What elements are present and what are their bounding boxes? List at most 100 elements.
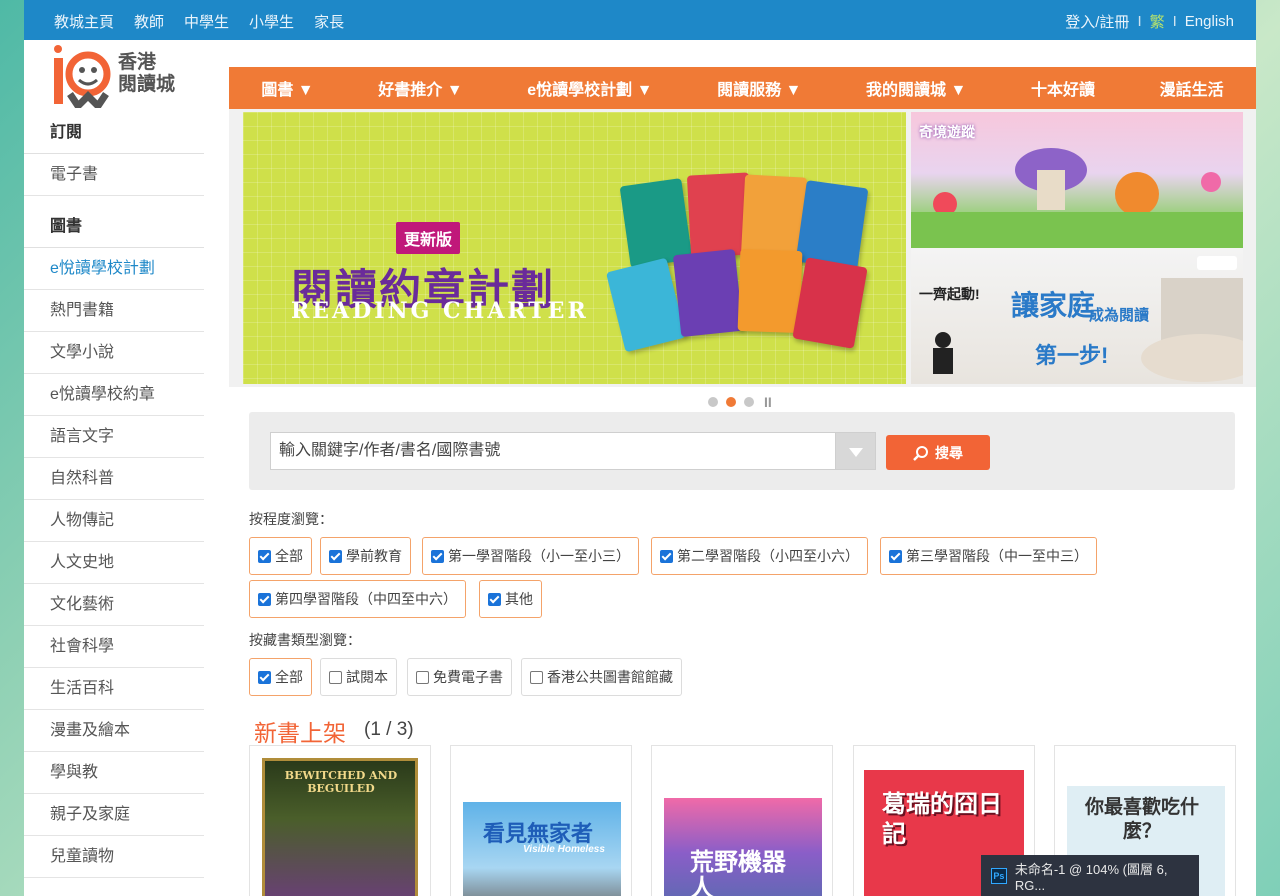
search-icon	[913, 445, 928, 461]
lang-english[interactable]: English	[1185, 13, 1234, 30]
checkbox-checked[interactable]	[329, 549, 342, 563]
type-chip-trial[interactable]: 試閱本	[320, 658, 397, 696]
sidebar-item-language[interactable]: 語言文字	[24, 416, 204, 458]
taskbar-preview-text: 未命名-1 @ 104% (圖層 6, RG...	[1014, 861, 1168, 893]
top-nav: 教城主頁 教師 中學生 小學生 家長	[54, 11, 344, 32]
sidebar-item-school-plan[interactable]: e悅讀學校計劃	[24, 248, 204, 290]
level-chip-ks3[interactable]: 第三學習階段（中一至中三）	[880, 537, 1097, 575]
nav-school-plan[interactable]: e悅讀學校計劃 ▼	[527, 76, 652, 100]
new-books-count: (1 / 3)	[364, 719, 414, 740]
sidebar-heading-subscribe: 訂閱	[24, 112, 204, 154]
side-banner-family[interactable]: 一齊起動! 讓家庭 成為閱讀 第一步!	[911, 248, 1243, 384]
level-chip-ks1[interactable]: 第一學習階段（小一至小三）	[422, 537, 639, 575]
photoshop-icon: Ps	[991, 867, 1007, 884]
logo-icon	[54, 45, 111, 108]
nav-ten-books[interactable]: 十本好讀	[1031, 76, 1095, 100]
logo-text: 香港 閱讀城	[118, 52, 175, 96]
sidebar-item-family[interactable]: 親子及家庭	[24, 794, 204, 836]
book-cover-title: BEWITCHED AND BEGUILED	[284, 769, 398, 795]
type-chip-public-library[interactable]: 香港公共圖書館館藏	[521, 658, 682, 696]
sidebar-item-life[interactable]: 生活百科	[24, 668, 204, 710]
book-cover-title: 荒野機器人	[690, 849, 786, 896]
main-nav: 圖書 ▼ 好書推介 ▼ e悅讀學校計劃 ▼ 閱讀服務 ▼ 我的閱讀城 ▼ 十本好…	[229, 67, 1256, 109]
top-link-parent[interactable]: 家長	[314, 11, 344, 32]
booklet-image	[792, 257, 868, 349]
sidebar-item-science[interactable]: 自然科普	[24, 458, 204, 500]
chip-label: 免費電子書	[433, 669, 503, 685]
lang-traditional[interactable]: 繁	[1150, 11, 1165, 32]
pause-icon[interactable]: II	[764, 394, 772, 410]
side-banner-wonderland[interactable]: 奇境遊蹤	[911, 112, 1243, 248]
nav-services[interactable]: 閱讀服務 ▼	[717, 76, 801, 100]
chip-label: 第三學習階段（中一至中三）	[906, 548, 1088, 564]
carousel-dot[interactable]	[744, 397, 754, 407]
top-link-primary[interactable]: 小學生	[249, 11, 294, 32]
type-chip-all[interactable]: 全部	[249, 658, 312, 696]
checkbox-checked[interactable]	[431, 549, 444, 563]
booklet-image	[737, 248, 803, 334]
checkbox-checked[interactable]	[258, 670, 271, 684]
sidebar-item-teaching[interactable]: 學與教	[24, 752, 204, 794]
nav-recommend[interactable]: 好書推介 ▼	[378, 76, 462, 100]
checkbox-checked[interactable]	[488, 592, 501, 606]
nav-my-city[interactable]: 我的閱讀城 ▼	[866, 76, 966, 100]
sidebar-item-children[interactable]: 兒童讀物	[24, 836, 204, 878]
nav-books[interactable]: 圖書 ▼	[261, 76, 313, 100]
side-banner2-big: 讓家庭	[1011, 290, 1096, 321]
side-banner2-start: 一齊起動!	[919, 286, 980, 302]
top-link-secondary[interactable]: 中學生	[184, 11, 229, 32]
carousel-dot[interactable]	[708, 397, 718, 407]
sidebar-item-ebook[interactable]: 電子書	[24, 154, 204, 196]
checkbox-unchecked[interactable]	[530, 670, 543, 684]
checkbox-unchecked[interactable]	[416, 670, 429, 684]
search-box: 輸入關鍵字/作者/書名/國際書號 搜尋	[249, 412, 1235, 490]
type-chip-free-ebook[interactable]: 免費電子書	[407, 658, 512, 696]
side-banner2-small2: 第一步!	[1035, 343, 1109, 368]
banner-subtitle: READING CHARTER	[291, 298, 589, 324]
chip-label: 試閱本	[346, 669, 388, 685]
top-link-teacher[interactable]: 教師	[134, 11, 164, 32]
sidebar-item-history[interactable]: 人文史地	[24, 542, 204, 584]
sidebar-item-hot[interactable]: 熱門書籍	[24, 290, 204, 332]
search-dropdown-toggle[interactable]	[835, 432, 876, 470]
sidebar-heading-books: 圖書	[24, 206, 204, 248]
site-logo[interactable]: 香港 閱讀城	[52, 44, 192, 108]
chip-label: 全部	[275, 548, 303, 564]
level-chip-all[interactable]: 全部	[249, 537, 312, 575]
taskbar-preview[interactable]: Ps 未命名-1 @ 104% (圖層 6, RG...	[981, 855, 1199, 896]
checkbox-unchecked[interactable]	[329, 670, 342, 684]
sidebar-item-biography[interactable]: 人物傳記	[24, 500, 204, 542]
search-input[interactable]: 輸入關鍵字/作者/書名/國際書號	[270, 432, 836, 470]
checkbox-checked[interactable]	[258, 549, 271, 563]
chip-label: 其他	[505, 591, 533, 607]
chip-label: 香港公共圖書館館藏	[547, 669, 673, 685]
book-card[interactable]: 荒野機器人	[651, 745, 833, 896]
sidebar-item-comics[interactable]: 漫畫及繪本	[24, 710, 204, 752]
level-chip-preschool[interactable]: 學前教育	[320, 537, 411, 575]
book-cover-title: 你最喜歡吃什麼？	[1084, 797, 1199, 842]
checkbox-checked[interactable]	[258, 592, 271, 606]
login-link[interactable]: 登入/註冊	[1065, 11, 1129, 32]
book-card[interactable]: BEWITCHED AND BEGUILED	[249, 745, 431, 896]
checkbox-checked[interactable]	[660, 549, 673, 563]
book-cover: 看見無家者 Visible Homeless	[463, 802, 621, 896]
carousel-dot-active[interactable]	[726, 397, 736, 407]
top-bar: 教城主頁 教師 中學生 小學生 家長 登入/註冊 I 繁 I English	[24, 0, 1256, 40]
sidebar-item-social[interactable]: 社會科學	[24, 626, 204, 668]
search-button[interactable]: 搜尋	[886, 435, 990, 470]
logo-line2: 閱讀城	[118, 74, 176, 95]
top-link-home[interactable]: 教城主頁	[54, 11, 114, 32]
banner-main[interactable]: 更新版 閱讀約章計劃 READING CHARTER	[243, 112, 906, 384]
sidebar-item-arts[interactable]: 文化藝術	[24, 584, 204, 626]
sidebar-item-literature[interactable]: 文學小說	[24, 332, 204, 374]
level-chip-other[interactable]: 其他	[479, 580, 542, 618]
book-card[interactable]: 看見無家者 Visible Homeless	[450, 745, 632, 896]
nav-comic-life[interactable]: 漫話生活	[1160, 76, 1224, 100]
fantasy-illustration	[911, 148, 1243, 248]
level-chip-ks2[interactable]: 第二學習階段（小四至小六）	[651, 537, 868, 575]
level-chip-ks4[interactable]: 第四學習階段（中四至中六）	[249, 580, 466, 618]
checkbox-checked[interactable]	[889, 549, 902, 563]
sidebar-item-charter[interactable]: e悅讀學校約章	[24, 374, 204, 416]
book-cover-title: 葛瑞的囧日記	[882, 791, 1002, 848]
